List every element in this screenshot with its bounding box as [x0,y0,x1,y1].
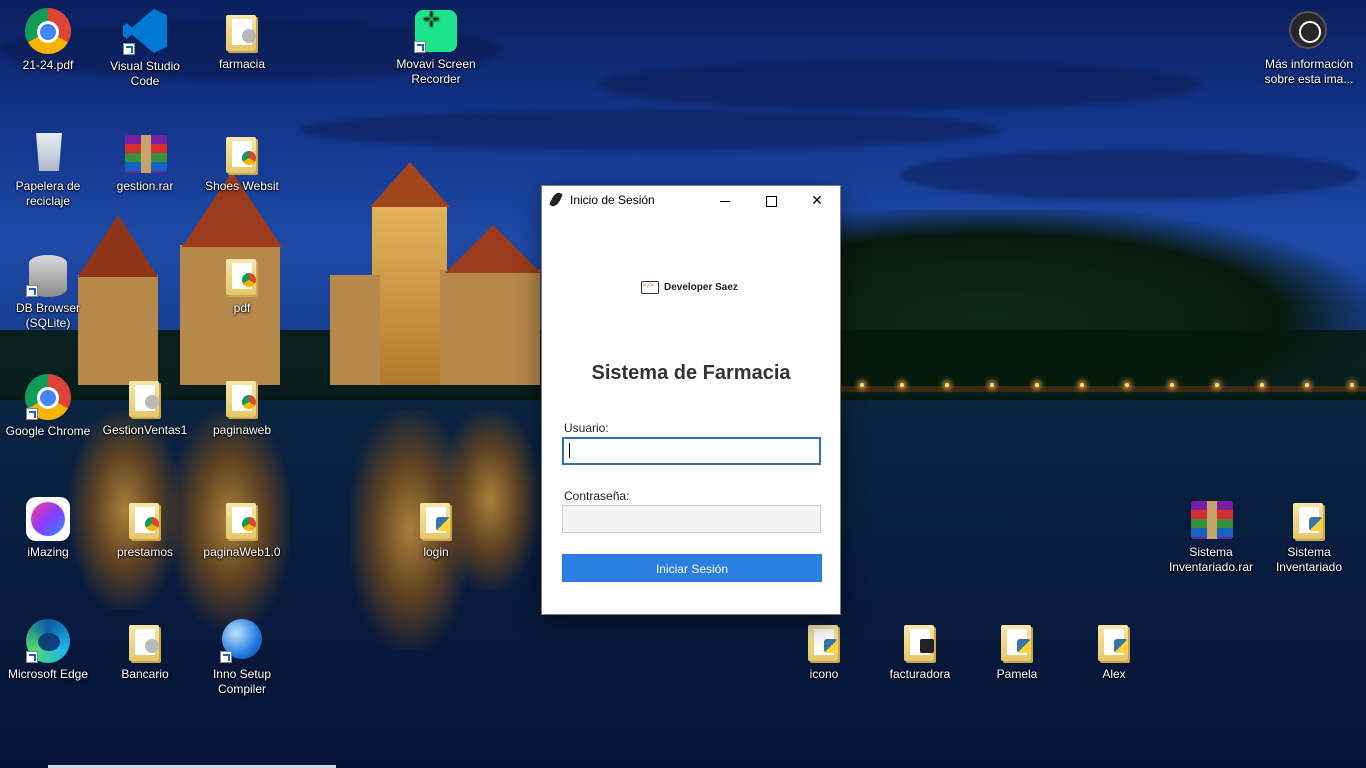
text-caret [569,443,570,458]
folder-chrome-icon [218,129,266,177]
login-button[interactable]: Iniciar Sesión [562,554,822,582]
folder-chrome-icon [218,251,266,299]
desktop-icon-label: Más información sobre esta ima... [1264,57,1354,86]
desktop-icon-more-info[interactable]: Más información sobre esta ima... [1261,7,1357,87]
desktop-icon-label: DB Browser (SQLite) [15,301,80,330]
folder-icon [218,7,266,55]
desktop-icon-label: farmacia [218,57,265,71]
shortcut-arrow-icon [123,43,135,55]
folder-chrome-icon [218,495,266,543]
winrar-icon [125,135,167,173]
login-window: Inicio de Sesión ✕ Developer Saez Sistem… [541,185,841,615]
username-input[interactable] [562,437,821,465]
desktop-icon-shoes-websit[interactable]: Shoes Websit [194,129,290,194]
desktop-icon-label: Bancario [121,667,169,681]
desktop-icon-label: paginaweb [212,423,272,437]
folder-chrome-icon [218,373,266,421]
logo-text: Developer Saez [664,282,738,293]
desktop-icon-microsoft-edge[interactable]: Microsoft Edge [0,617,96,682]
desktop-icon-gestion-rar[interactable]: gestion.rar [97,129,193,194]
desktop-icon-movavi[interactable]: Movavi Screen Recorder [388,7,484,87]
desktop-icon-label: Sistema Inventariado.rar [1168,545,1254,574]
desktop-icon-pdf[interactable]: pdf [194,251,290,316]
folder-chrome-icon [121,495,169,543]
desktop-icon-inno-setup[interactable]: Inno Setup Compiler [194,617,290,697]
desktop-icon-recycle-bin[interactable]: Papelera de reciclaje [0,129,96,209]
desktop-icon-label: gestion.rar [116,179,174,193]
close-icon: ✕ [811,192,823,208]
folder-python-icon [1090,617,1138,665]
minimize-button[interactable] [702,186,748,214]
chrome-pdf-icon [25,8,71,54]
folder-python-icon [1285,495,1333,543]
password-input[interactable] [562,505,821,533]
desktop-icon-icono[interactable]: icono [776,617,872,682]
desktop-icon-db-browser[interactable]: DB Browser (SQLite) [0,251,96,331]
close-button[interactable]: ✕ [794,186,840,214]
desktop-icon-label: pdf [233,301,251,315]
desktop-icon-pamela[interactable]: Pamela [969,617,1065,682]
maximize-button[interactable] [748,186,794,214]
desktop-icon-vscode[interactable]: Visual Studio Code [97,7,193,89]
desktop-icon-label: Papelera de reciclaje [15,179,81,208]
desktop-icon-label: Shoes Websit [205,179,279,193]
folder-python-icon [993,617,1041,665]
desktop-icon-farmacia[interactable]: farmacia [194,7,290,72]
desktop-icon-label: Google Chrome [5,424,91,438]
desktop-icon-bancario[interactable]: Bancario [97,617,193,682]
desktop-icon-label: Sistema Inventariado [1275,545,1343,574]
recycle-bin-icon [36,133,62,171]
window-titlebar[interactable]: Inicio de Sesión ✕ [542,186,840,214]
desktop-icon-facturadora[interactable]: facturadora [872,617,968,682]
shortcut-arrow-icon [26,285,38,297]
desktop-icon-label: prestamos [116,545,174,559]
desktop-icon-alex[interactable]: Alex [1066,617,1162,682]
folder-icon [121,617,169,665]
window-title: Inicio de Sesión [570,193,655,207]
maximize-icon [765,195,777,207]
desktop-icon-label: Inno Setup Compiler [212,667,272,696]
desktop-icon-google-chrome[interactable]: Google Chrome [0,373,96,439]
desktop-icon-login[interactable]: login [388,495,484,560]
shortcut-arrow-icon [26,651,38,663]
imazing-icon [26,497,70,541]
password-label: Contraseña: [564,489,630,503]
desktop-icon-sistema-inventariado-rar[interactable]: Sistema Inventariado.rar [1163,495,1259,575]
winrar-icon [1191,501,1233,539]
developer-logo: Developer Saez [641,278,751,300]
desktop-icon-label: login [423,545,449,559]
desktop-icon-sistema-inventariado[interactable]: Sistema Inventariado [1261,495,1357,575]
desktop-icon-label: facturadora [889,667,951,681]
shortcut-arrow-icon [26,408,38,420]
feather-icon [549,191,563,208]
desktop-icon-label: Microsoft Edge [7,667,89,681]
desktop-icon-label: Alex [1102,667,1126,681]
shortcut-arrow-icon [220,651,232,663]
desktop-icon-label: Pamela [996,667,1038,681]
username-label: Usuario: [564,421,609,435]
app-title: Sistema de Farmacia [591,362,791,384]
folder-python-icon [412,495,460,543]
minimize-icon [720,200,730,202]
desktop-icon-label: paginaWeb1.0 [203,545,281,559]
info-icon [1289,11,1327,49]
desktop-icon-label: GestionVentas1 [102,423,188,437]
desktop-icon-21-24-pdf[interactable]: 21-24.pdf [0,7,96,73]
desktop-icon-paginaweb[interactable]: paginaweb [194,373,290,438]
desktop-icon-imazing[interactable]: iMazing [0,495,96,560]
desktop-icon-label: Visual Studio Code [110,59,180,88]
desktop-icon-label: Movavi Screen Recorder [396,57,476,86]
shortcut-arrow-icon [414,41,426,53]
folder-icon [800,617,848,665]
desktop-icon-prestamos[interactable]: prestamos [97,495,193,560]
desktop-icon-label: icono [809,667,839,681]
desktop-icon-label: iMazing [27,545,69,559]
folder-icon [896,617,944,665]
desktop-icon-gestionventas1[interactable]: GestionVentas1 [97,373,193,438]
folder-icon [121,373,169,421]
desktop-icon-label: 21-24.pdf [22,58,74,72]
desktop-icon-paginaweb1[interactable]: paginaWeb1.0 [194,495,290,560]
monitor-code-icon [641,281,659,294]
